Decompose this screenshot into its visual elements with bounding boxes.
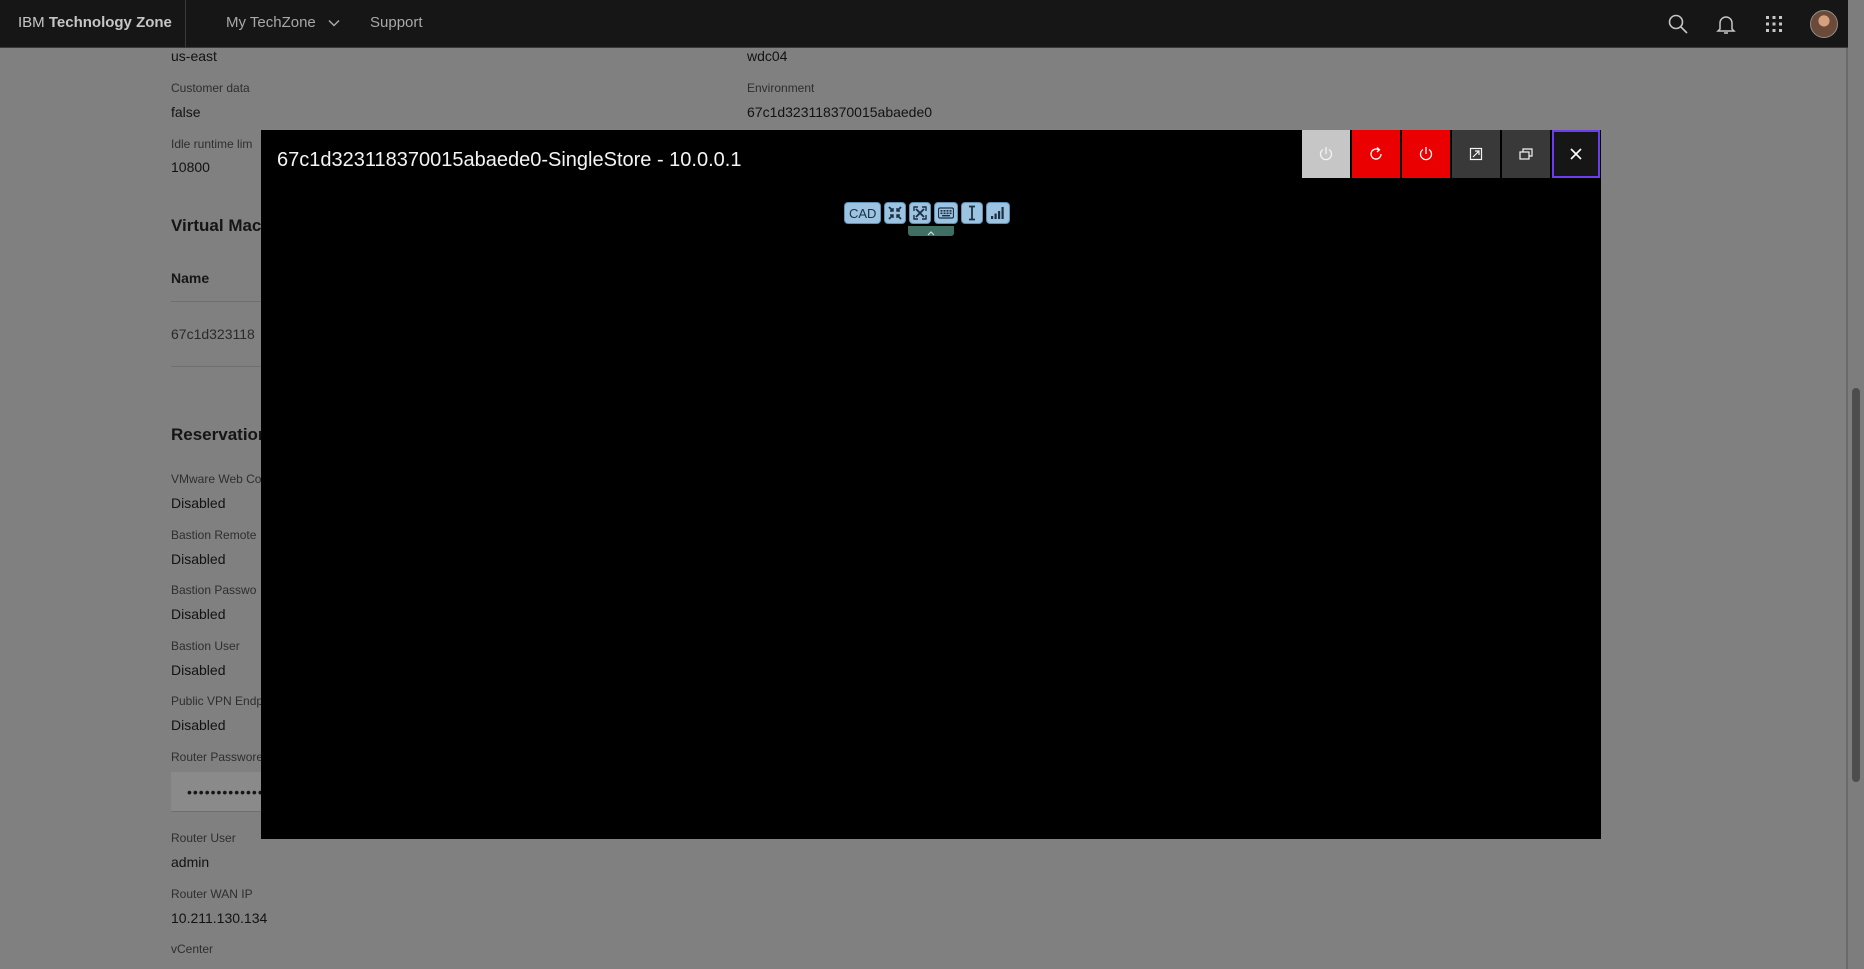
power-icon — [1319, 147, 1333, 161]
router-password-label: Router Passwore — [171, 750, 264, 764]
customer-data-value: false — [171, 104, 201, 120]
router-user-value: admin — [171, 854, 210, 870]
novnc-text-cursor-button[interactable] — [961, 202, 984, 224]
reservation-item-label: Public VPN Endp — [171, 694, 264, 708]
page-scrollbar-thumb[interactable] — [1852, 388, 1860, 782]
novnc-toolbar-handle[interactable] — [908, 226, 954, 236]
power-off-button[interactable] — [1402, 130, 1450, 178]
power-on-button[interactable] — [1302, 130, 1350, 178]
novnc-fullscreen-button[interactable] — [909, 202, 932, 224]
console-title: 67c1d323118370015abaede0-SingleStore - 1… — [277, 149, 742, 171]
resize-icon — [1469, 147, 1483, 161]
router-wan-ip-label: Router WAN IP — [171, 887, 253, 901]
reservation-item-label: Bastion User — [171, 639, 240, 653]
brand-logo[interactable]: IBM Technology Zone — [18, 14, 172, 31]
vcenter-label: vCenter — [171, 942, 214, 956]
router-wan-ip-value: 10.211.130.134 — [171, 910, 268, 926]
reservation-heading: Reservation — [171, 425, 269, 444]
power-icon — [1419, 147, 1433, 161]
router-password-field[interactable]: ••••••••••••• — [171, 772, 263, 812]
nav-support[interactable]: Support — [370, 14, 423, 31]
datacenter-value: wdc04 — [747, 48, 788, 64]
expand-icon — [913, 206, 928, 220]
reservation-item-label: Bastion Remote — [171, 528, 257, 542]
novnc-exit-fullscreen-button[interactable] — [884, 202, 907, 224]
region-value: us-east — [171, 48, 217, 64]
notification-bell-icon[interactable] — [1714, 12, 1738, 36]
restart-icon — [1370, 147, 1382, 160]
signal-bars-icon — [991, 207, 1005, 219]
reservation-item-value: Disabled — [171, 495, 226, 511]
restart-button[interactable] — [1352, 130, 1400, 178]
idle-runtime-value: 10800 — [171, 159, 210, 175]
app-switcher-icon[interactable] — [1762, 12, 1786, 36]
close-icon — [1570, 148, 1582, 160]
reservation-item-value: Disabled — [171, 717, 226, 733]
novnc-quality-button[interactable] — [986, 202, 1011, 224]
customer-data-label: Customer data — [171, 81, 250, 95]
keyboard-icon — [938, 207, 955, 219]
text-cursor-icon — [969, 205, 976, 221]
reservation-item-value: Disabled — [171, 606, 226, 622]
environment-value: 67c1d323118370015abaede0 — [747, 104, 933, 120]
virtual-machines-heading: Virtual Mach — [171, 216, 272, 235]
nav-divider — [185, 0, 186, 47]
reservation-item-value: Disabled — [171, 551, 226, 567]
new-window-icon — [1519, 148, 1533, 160]
vm-table-divider — [171, 301, 261, 302]
reservation-item-label: Bastion Passwo — [171, 583, 257, 597]
vm-table-divider — [171, 366, 261, 367]
close-console-button[interactable] — [1552, 130, 1600, 178]
fit-to-screen-button[interactable] — [1452, 130, 1500, 178]
chevron-down-icon — [328, 20, 340, 27]
collapse-icon — [888, 206, 903, 220]
idle-runtime-label: Idle runtime lim — [171, 137, 253, 151]
vm-console-modal[interactable]: 67c1d323118370015abaede0-SingleStore - 1… — [261, 130, 1601, 839]
user-avatar[interactable] — [1810, 10, 1838, 38]
chevron-up-icon — [927, 231, 935, 236]
reservation-item-value: Disabled — [171, 662, 226, 678]
vm-table-name-header[interactable]: Name — [171, 270, 209, 286]
search-icon[interactable] — [1666, 12, 1690, 36]
environment-label: Environment — [747, 81, 815, 95]
router-user-label: Router User — [171, 831, 236, 845]
open-new-window-button[interactable] — [1502, 130, 1550, 178]
reservation-item-label: VMware Web Co — [171, 472, 262, 486]
nav-my-techzone[interactable]: My TechZone — [226, 14, 340, 31]
novnc-keyboard-button[interactable] — [934, 202, 959, 224]
novnc-toolbar: CAD — [844, 202, 1011, 224]
top-navigation-bar: IBM Technology Zone My TechZone Support — [0, 0, 1848, 48]
ctrl-alt-del-button[interactable]: CAD — [844, 202, 882, 224]
vm-table-row-name[interactable]: 67c1d323118 — [171, 326, 255, 342]
